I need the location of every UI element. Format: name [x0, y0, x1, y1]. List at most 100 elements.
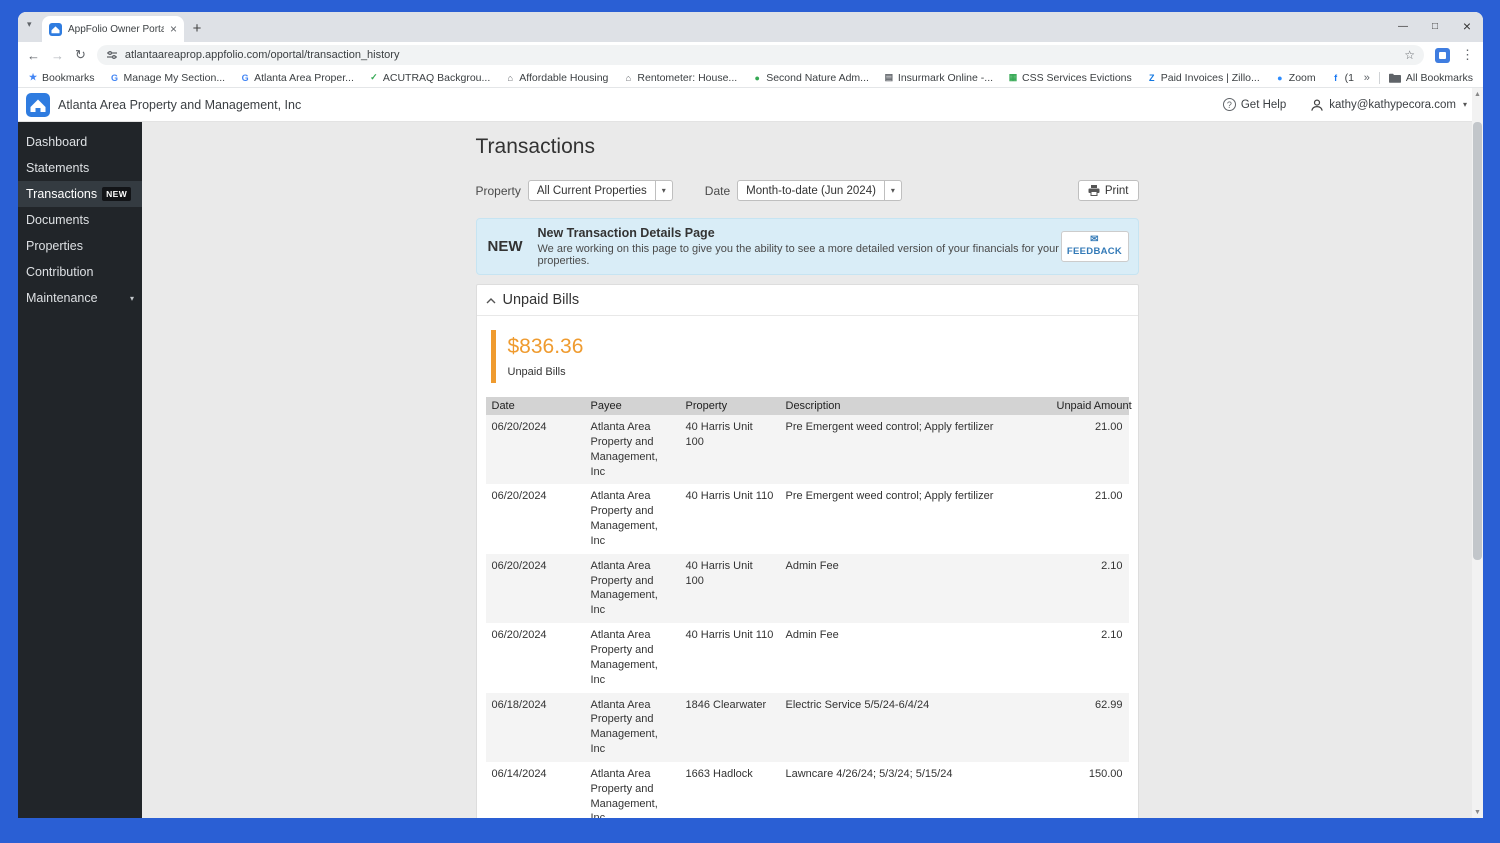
- tab-list-caret-icon[interactable]: ▾: [27, 19, 32, 30]
- user-email: kathy@kathypecora.com: [1329, 98, 1456, 111]
- cell-property: 40 Harris Unit 110: [685, 490, 774, 503]
- header-right: ? Get Help kathy@kathypecora.com ▾: [1222, 98, 1467, 112]
- date-filter-group: Date Month-to-date (Jun 2024) ▾: [705, 180, 902, 201]
- bookmark-item[interactable]: ● Zoom: [1275, 72, 1316, 84]
- bookmark-favicon-icon: ▤: [884, 72, 894, 82]
- window-close-button[interactable]: ×: [1451, 12, 1483, 40]
- window-minimize-button[interactable]: —: [1387, 12, 1419, 40]
- table-header-row: Date Payee Property Description Unpaid A…: [485, 397, 1132, 415]
- address-bar[interactable]: atlantaareaprop.appfolio.com/oportal/tra…: [96, 45, 1424, 65]
- page-scrollbar[interactable]: ▲ ▼: [1472, 88, 1483, 818]
- sidebar-item-dashboard[interactable]: Dashboard: [18, 129, 142, 155]
- print-label: Print: [1104, 184, 1129, 197]
- unpaid-bills-card: Unpaid Bills $836.36 Unpaid Bills Date P…: [475, 284, 1139, 818]
- help-icon: ?: [1222, 98, 1236, 111]
- app-header: Atlanta Area Property and Management, In…: [18, 88, 1483, 122]
- envelope-icon: ✉: [1090, 234, 1099, 245]
- browser-extension-icon[interactable]: [1435, 47, 1450, 63]
- cell-payee: Atlanta Area Property and Management, In…: [590, 559, 658, 617]
- cell-property: 1663 Hadlock: [685, 767, 753, 780]
- refresh-icon[interactable]: ↻: [75, 47, 86, 63]
- cell-property: 40 Harris Unit 100: [685, 559, 753, 587]
- cell-amount: 150.00: [1088, 767, 1123, 780]
- bookmark-item[interactable]: Z Paid Invoices | Zillo...: [1147, 72, 1260, 84]
- bookmark-item[interactable]: G Atlanta Area Proper...: [240, 72, 354, 84]
- cell-payee: Atlanta Area Property and Management, In…: [590, 629, 658, 686]
- bookmark-label: Bookmarks: [42, 71, 95, 84]
- unpaid-total-amount: $836.36: [507, 335, 584, 358]
- cell-description: Admin Fee: [785, 559, 839, 572]
- column-header-property: Property: [679, 397, 780, 415]
- property-filter-label: Property: [475, 183, 521, 198]
- banner-new-badge: NEW: [487, 238, 523, 255]
- bookmark-label: Affordable Housing: [519, 71, 609, 84]
- bookmark-item[interactable]: ▦ CSS Services Evictions: [1008, 72, 1132, 84]
- cell-payee: Atlanta Area Property and Management, In…: [590, 490, 658, 547]
- forward-icon[interactable]: →: [51, 48, 64, 63]
- unpaid-bills-section-header[interactable]: Unpaid Bills: [476, 285, 1138, 316]
- date-select[interactable]: Month-to-date (Jun 2024) ▾: [737, 180, 902, 201]
- get-help-label: Get Help: [1240, 98, 1287, 111]
- bookmark-item[interactable]: f (1) Facebook: [1331, 72, 1354, 84]
- printer-icon: [1088, 185, 1100, 196]
- bookmark-item[interactable]: ⌂ Affordable Housing: [505, 71, 609, 84]
- bookmark-item[interactable]: ▤ Insurmark Online -...: [884, 72, 993, 84]
- bookmark-star-icon[interactable]: ☆: [1404, 48, 1415, 62]
- table-row: 06/20/2024 Atlanta Area Property and Mana…: [486, 484, 1129, 553]
- transactions-page: Transactions Property All Current Proper…: [475, 122, 1139, 818]
- table-row: 06/20/2024 Atlanta Area Property and Mana…: [485, 553, 1129, 624]
- bookmark-favicon-icon: G: [241, 72, 249, 83]
- browser-tab[interactable]: AppFolio Owner Portal | Trans... ×: [42, 16, 184, 42]
- bookmark-item[interactable]: ★ Bookmarks: [28, 72, 95, 84]
- scrollbar-thumb[interactable]: [1473, 122, 1482, 560]
- bookmarks-overflow-icon[interactable]: »: [1364, 72, 1370, 84]
- all-bookmarks-button[interactable]: All Bookmarks: [1388, 71, 1473, 84]
- sidebar-item-maintenance[interactable]: Maintenance ▾: [18, 285, 142, 311]
- print-button[interactable]: Print: [1077, 180, 1139, 201]
- window-maximize-button[interactable]: □: [1419, 12, 1451, 40]
- get-help-button[interactable]: ? Get Help: [1222, 98, 1287, 111]
- chevron-down-icon: ▾: [883, 181, 901, 200]
- all-bookmarks-label: All Bookmarks: [1405, 71, 1473, 84]
- sidebar-item-properties[interactable]: Properties: [18, 233, 142, 259]
- bookmark-favicon-icon: f: [1334, 72, 1338, 83]
- date-filter-label: Date: [704, 183, 731, 198]
- sidebar-item-transactions[interactable]: Transactions NEW: [18, 181, 142, 207]
- bookmark-item[interactable]: ● Second Nature Adm...: [752, 71, 869, 84]
- table-row: 06/14/2024 Atlanta Area Property and Mana…: [486, 762, 1129, 818]
- cell-payee: Atlanta Area Property and Management, In…: [590, 698, 658, 756]
- banner-title: New Transaction Details Page: [537, 226, 715, 240]
- property-select[interactable]: All Current Properties ▾: [527, 180, 673, 201]
- cell-amount: 21.00: [1094, 421, 1123, 433]
- site-settings-icon[interactable]: [106, 49, 118, 61]
- divider: [1378, 71, 1380, 84]
- sidebar-item-documents[interactable]: Documents: [18, 207, 142, 233]
- back-icon[interactable]: ←: [27, 48, 40, 63]
- bookmark-item[interactable]: ✓ ACUTRAQ Backgrou...: [369, 72, 490, 84]
- scroll-up-icon[interactable]: ▲: [1472, 88, 1483, 100]
- bookmark-label: Zoom: [1288, 71, 1316, 84]
- scroll-down-icon[interactable]: ▼: [1472, 806, 1483, 818]
- table-row: 06/20/2024 Atlanta Area Property and Mana…: [485, 415, 1129, 485]
- cell-description: Pre Emergent weed control; Apply fertili…: [785, 490, 994, 503]
- tab-close-icon[interactable]: ×: [170, 22, 177, 36]
- bookmark-label: Second Nature Adm...: [766, 71, 869, 84]
- bookmark-item[interactable]: G Manage My Section...: [110, 72, 225, 84]
- cell-date: 06/20/2024: [491, 629, 547, 642]
- feedback-button[interactable]: ✉ FEEDBACK: [1060, 231, 1129, 262]
- sidebar-item-contribution[interactable]: Contribution: [18, 259, 142, 285]
- app-body: Dashboard Statements Transactions NEW Do…: [18, 122, 1483, 818]
- unpaid-total-label: Unpaid Bills: [507, 366, 566, 378]
- chevron-up-icon: [486, 298, 496, 304]
- sidebar-item-statements[interactable]: Statements: [18, 155, 142, 181]
- new-badge: NEW: [102, 187, 132, 201]
- bookmark-favicon-icon: ●: [1277, 72, 1283, 83]
- user-menu[interactable]: kathy@kathypecora.com ▾: [1310, 98, 1467, 112]
- bookmark-label: Insurmark Online -...: [897, 71, 994, 84]
- chevron-down-icon: ▾: [654, 181, 672, 200]
- chevron-down-icon: ▾: [1462, 100, 1467, 109]
- browser-menu-icon[interactable]: ⋮: [1461, 47, 1474, 63]
- sidebar-item-label: Statements: [26, 161, 90, 175]
- new-tab-button[interactable]: +: [184, 16, 210, 40]
- bookmark-item[interactable]: ⌂ Rentometer: House...: [623, 72, 738, 84]
